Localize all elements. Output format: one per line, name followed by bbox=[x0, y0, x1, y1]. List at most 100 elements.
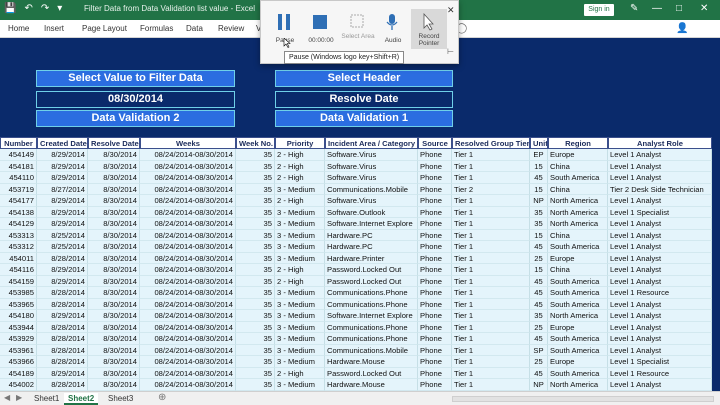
cell-unit[interactable]: 35 bbox=[530, 206, 548, 218]
cell-created-date[interactable]: 8/25/2014 bbox=[37, 229, 88, 241]
cell-resolved-group-tier[interactable]: Tier 1 bbox=[452, 172, 530, 184]
cell-week-no[interactable]: 35 bbox=[236, 333, 275, 345]
close-button[interactable]: ✕ bbox=[700, 3, 708, 14]
cell-source[interactable]: Phone bbox=[418, 195, 452, 207]
cell-resolved-group-tier[interactable]: Tier 1 bbox=[452, 241, 530, 253]
cell-resolve-date[interactable]: 8/30/2014 bbox=[88, 333, 140, 345]
cell-number[interactable]: 454149 bbox=[0, 149, 37, 161]
cell-priority[interactable]: 3 - Medium bbox=[275, 379, 325, 391]
cell-resolve-date[interactable]: 8/30/2014 bbox=[88, 379, 140, 391]
tab-data[interactable]: Data bbox=[186, 24, 203, 33]
cell-resolved-group-tier[interactable]: Tier 1 bbox=[452, 310, 530, 322]
cell-incident-area[interactable]: Password.Locked Out bbox=[325, 264, 418, 276]
cell-resolved-group-tier[interactable]: Tier 1 bbox=[452, 356, 530, 368]
cell-weeks[interactable]: 08/24/2014-08/30/2014 bbox=[140, 356, 236, 368]
cell-priority[interactable]: 2 - High bbox=[275, 367, 325, 379]
cell-weeks[interactable]: 08/24/2014-08/30/2014 bbox=[140, 264, 236, 276]
cell-incident-area[interactable]: Software.Virus bbox=[325, 195, 418, 207]
cell-number[interactable]: 454116 bbox=[0, 264, 37, 276]
cell-incident-area[interactable]: Password.Locked Out bbox=[325, 367, 418, 379]
cell-weeks[interactable]: 08/24/2014-08/30/2014 bbox=[140, 321, 236, 333]
cell-resolved-group-tier[interactable]: Tier 1 bbox=[452, 160, 530, 172]
cell-unit[interactable]: 15 bbox=[530, 264, 548, 276]
cell-region[interactable]: North America bbox=[548, 206, 608, 218]
cell-weeks[interactable]: 08/24/2014-08/30/2014 bbox=[140, 241, 236, 253]
cell-incident-area[interactable]: Hardware.Mouse bbox=[325, 379, 418, 391]
next-sheet-icon[interactable]: ▶ bbox=[16, 393, 22, 402]
cell-incident-area[interactable]: Hardware.Mouse bbox=[325, 356, 418, 368]
cell-resolved-group-tier[interactable]: Tier 1 bbox=[452, 344, 530, 356]
cell-resolved-group-tier[interactable]: Tier 1 bbox=[452, 229, 530, 241]
cell-resolve-date[interactable]: 8/30/2014 bbox=[88, 229, 140, 241]
cell-number[interactable]: 454189 bbox=[0, 367, 37, 379]
cell-resolve-date[interactable]: 8/30/2014 bbox=[88, 298, 140, 310]
cell-number[interactable]: 453965 bbox=[0, 298, 37, 310]
select-header-cell[interactable]: Resolve Date bbox=[275, 91, 453, 108]
cell-resolved-group-tier[interactable]: Tier 2 bbox=[452, 183, 530, 195]
cell-priority[interactable]: 2 - High bbox=[275, 160, 325, 172]
cell-created-date[interactable]: 8/29/2014 bbox=[37, 160, 88, 172]
cell-weeks[interactable]: 08/24/2014-08/30/2014 bbox=[140, 172, 236, 184]
cell-week-no[interactable]: 35 bbox=[236, 241, 275, 253]
cell-source[interactable]: Phone bbox=[418, 183, 452, 195]
cell-analyst-role[interactable]: Level 1 Specialist bbox=[608, 206, 712, 218]
cell-resolve-date[interactable]: 8/30/2014 bbox=[88, 172, 140, 184]
cell-region[interactable]: Europe bbox=[548, 321, 608, 333]
cell-created-date[interactable]: 8/25/2014 bbox=[37, 241, 88, 253]
cell-region[interactable]: South America bbox=[548, 172, 608, 184]
cell-resolve-date[interactable]: 8/30/2014 bbox=[88, 344, 140, 356]
redo-icon[interactable]: ↷ bbox=[41, 3, 49, 14]
column-header-incident-area[interactable]: Incident Area / Category bbox=[325, 137, 418, 149]
cell-unit[interactable]: SP bbox=[530, 344, 548, 356]
cell-priority[interactable]: 2 - High bbox=[275, 149, 325, 161]
column-header-resolved-group-tier[interactable]: Resolved Group Tier bbox=[452, 137, 530, 149]
cell-number[interactable]: 454177 bbox=[0, 195, 37, 207]
cell-weeks[interactable]: 08/24/2014-08/30/2014 bbox=[140, 183, 236, 195]
cell-priority[interactable]: 3 - Medium bbox=[275, 206, 325, 218]
cell-resolved-group-tier[interactable]: Tier 1 bbox=[452, 252, 530, 264]
cell-resolved-group-tier[interactable]: Tier 1 bbox=[452, 206, 530, 218]
column-header-resolve-date[interactable]: Resolve Date bbox=[88, 137, 140, 149]
cell-number[interactable]: 453985 bbox=[0, 287, 37, 299]
cell-unit[interactable]: 45 bbox=[530, 367, 548, 379]
horizontal-scrollbar[interactable] bbox=[452, 396, 714, 402]
cell-week-no[interactable]: 35 bbox=[236, 287, 275, 299]
cell-week-no[interactable]: 35 bbox=[236, 264, 275, 276]
cell-weeks[interactable]: 08/24/2014-08/30/2014 bbox=[140, 287, 236, 299]
cell-region[interactable]: China bbox=[548, 183, 608, 195]
cell-source[interactable]: Phone bbox=[418, 367, 452, 379]
cell-weeks[interactable]: 08/24/2014-08/30/2014 bbox=[140, 333, 236, 345]
cell-week-no[interactable]: 35 bbox=[236, 183, 275, 195]
cell-created-date[interactable]: 8/28/2014 bbox=[37, 298, 88, 310]
cell-region[interactable]: North America bbox=[548, 310, 608, 322]
cell-resolve-date[interactable]: 8/30/2014 bbox=[88, 287, 140, 299]
cell-resolved-group-tier[interactable]: Tier 1 bbox=[452, 367, 530, 379]
cell-incident-area[interactable]: Software.Internet Explore bbox=[325, 218, 418, 230]
cell-unit[interactable]: 25 bbox=[530, 252, 548, 264]
cell-priority[interactable]: 2 - High bbox=[275, 275, 325, 287]
cell-region[interactable]: South America bbox=[548, 287, 608, 299]
cell-priority[interactable]: 3 - Medium bbox=[275, 310, 325, 322]
cell-analyst-role[interactable]: Level 1 Analyst bbox=[608, 229, 712, 241]
cell-created-date[interactable]: 8/29/2014 bbox=[37, 310, 88, 322]
cell-source[interactable]: Phone bbox=[418, 218, 452, 230]
cell-resolve-date[interactable]: 8/30/2014 bbox=[88, 241, 140, 253]
edit-icon[interactable]: ✎ bbox=[630, 3, 638, 14]
cell-analyst-role[interactable]: Level 1 Analyst bbox=[608, 275, 712, 287]
cell-weeks[interactable]: 08/24/2014-08/30/2014 bbox=[140, 344, 236, 356]
cell-unit[interactable]: 45 bbox=[530, 172, 548, 184]
cell-analyst-role[interactable]: Level 1 Analyst bbox=[608, 344, 712, 356]
tab-insert[interactable]: Insert bbox=[44, 24, 64, 33]
cell-source[interactable]: Phone bbox=[418, 229, 452, 241]
cell-region[interactable]: China bbox=[548, 160, 608, 172]
cell-source[interactable]: Phone bbox=[418, 160, 452, 172]
column-header-analyst-role[interactable]: Analyst Role bbox=[608, 137, 712, 149]
cell-analyst-role[interactable]: Level 1 Analyst bbox=[608, 160, 712, 172]
cell-analyst-role[interactable]: Level 1 Analyst bbox=[608, 379, 712, 391]
cell-unit[interactable]: 45 bbox=[530, 333, 548, 345]
cell-incident-area[interactable]: Communications.Phone bbox=[325, 287, 418, 299]
cell-number[interactable]: 454002 bbox=[0, 379, 37, 391]
cell-analyst-role[interactable]: Level 1 Analyst bbox=[608, 333, 712, 345]
cell-region[interactable]: North America bbox=[548, 379, 608, 391]
column-header-unit[interactable]: Unit bbox=[530, 137, 548, 149]
